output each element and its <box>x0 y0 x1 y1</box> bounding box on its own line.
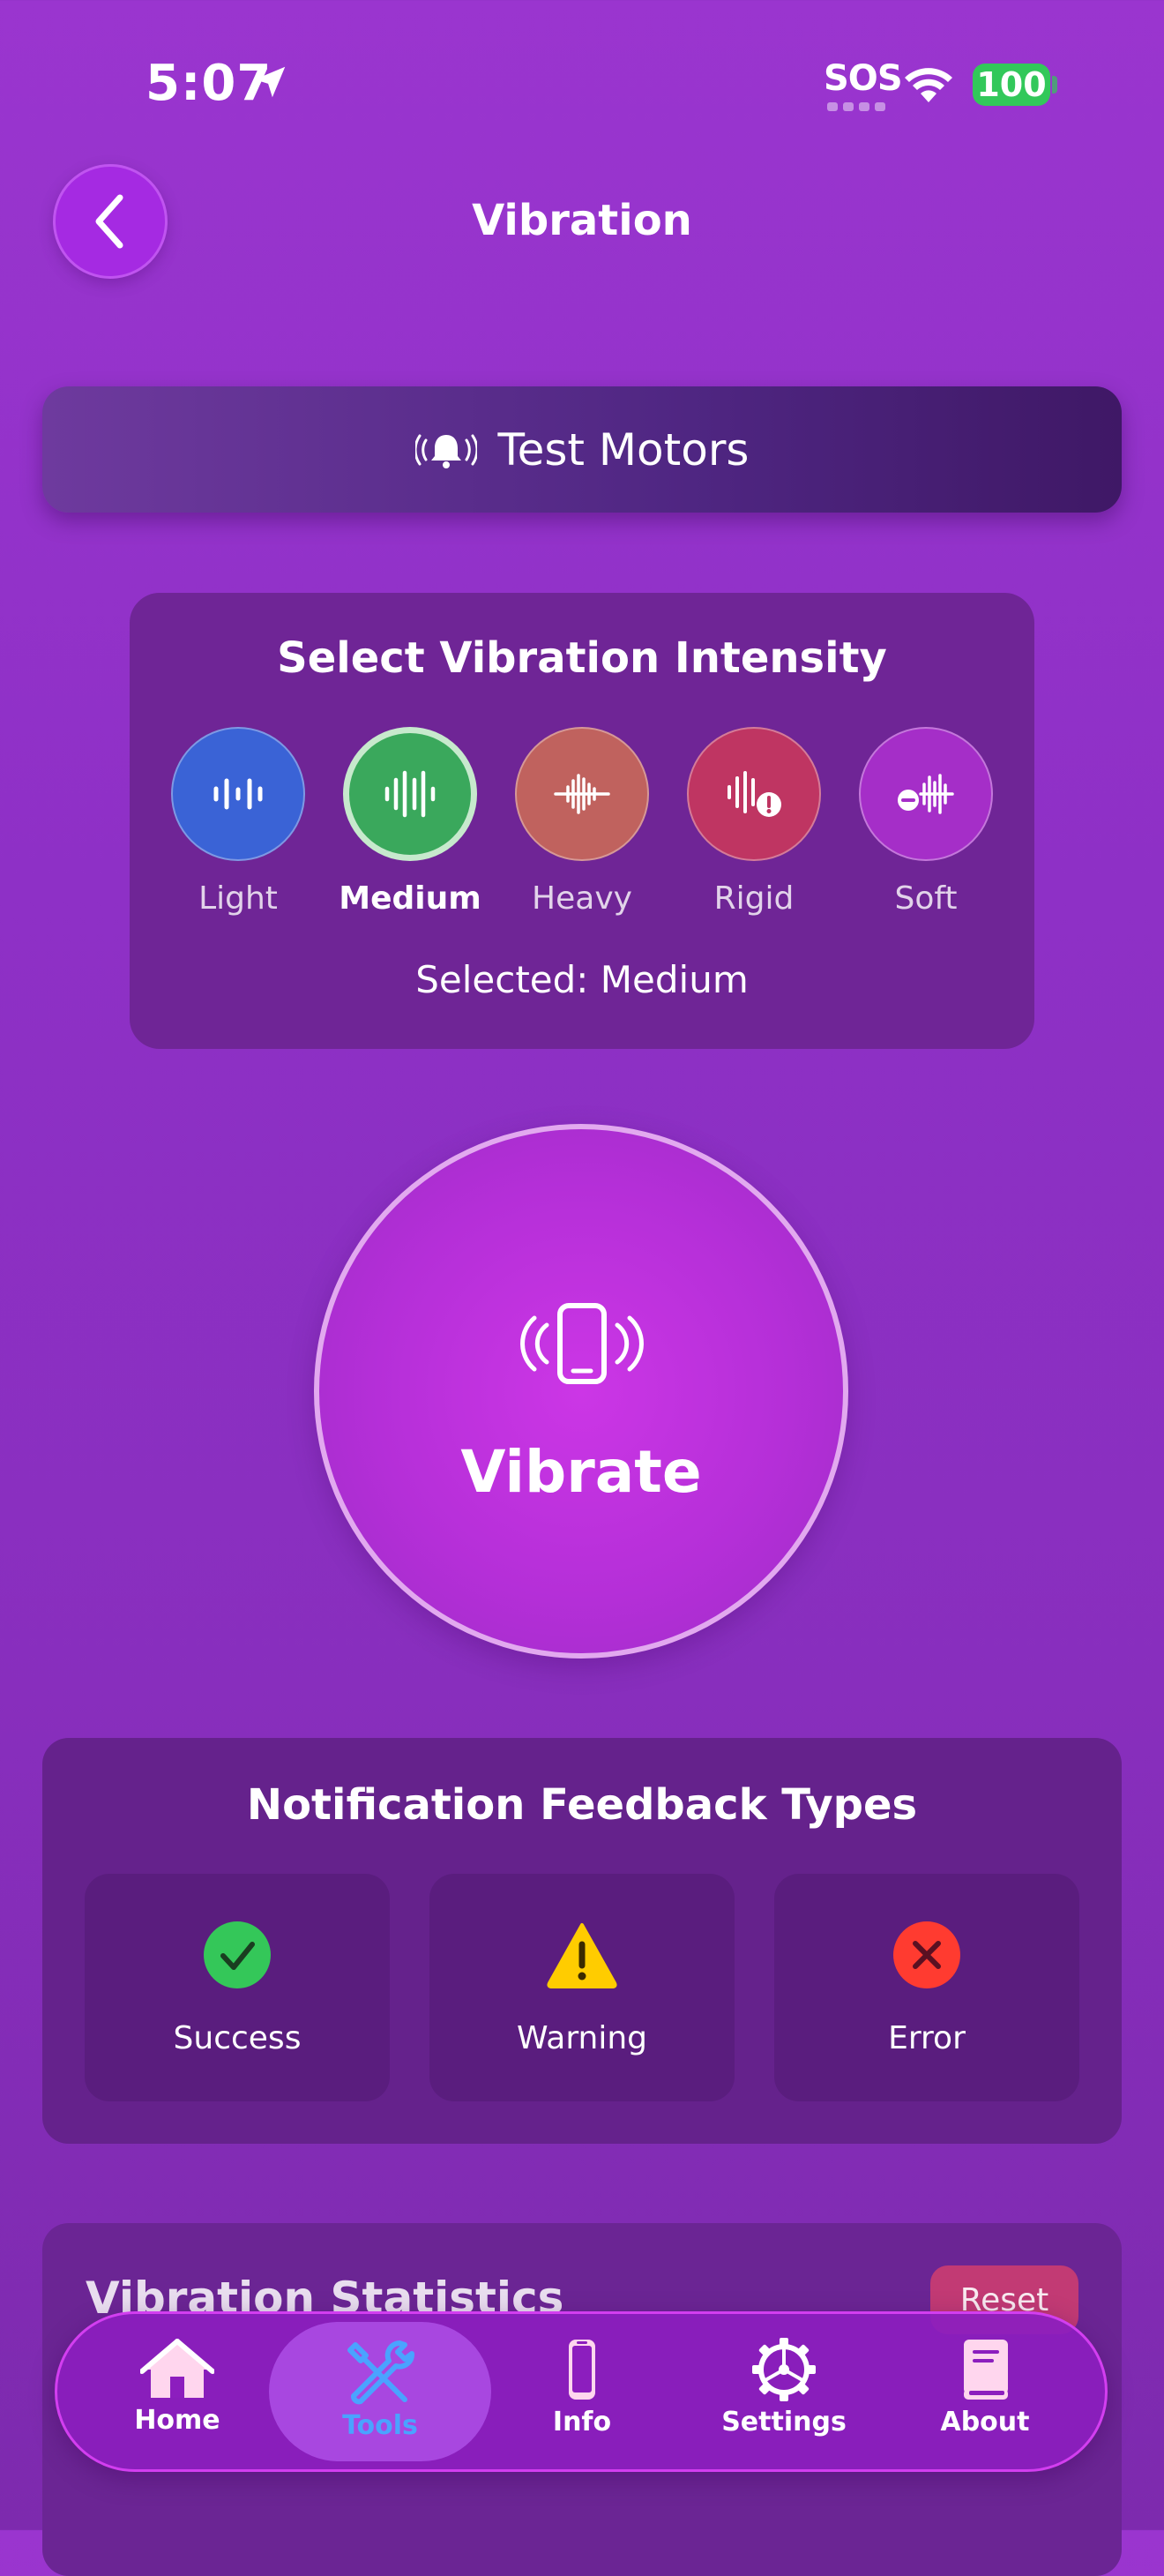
wifi-icon <box>905 68 952 102</box>
intensity-soft-button[interactable] <box>859 727 993 861</box>
intensity-medium-label: Medium <box>339 880 481 917</box>
intensity-heavy-label: Heavy <box>532 880 632 917</box>
intensity-rigid-button[interactable] <box>687 727 821 861</box>
book-icon <box>964 2340 1008 2400</box>
success-label: Success <box>173 2020 302 2056</box>
selected-intensity-text: Selected: Medium <box>415 958 749 1001</box>
tab-settings[interactable]: Settings <box>696 2322 872 2461</box>
signal-dots-icon <box>827 102 885 111</box>
house-icon <box>140 2339 214 2398</box>
page-title: Vibration <box>472 196 692 245</box>
tab-about-label: About <box>940 2407 1030 2437</box>
bell-wave-icon <box>414 434 477 468</box>
checkmark-circle-icon <box>204 1921 271 1988</box>
phone-vibrate-icon <box>520 1303 644 1384</box>
tab-tools-label: Tools <box>342 2410 418 2441</box>
tab-about[interactable]: About <box>897 2322 1073 2461</box>
sos-indicator: SOS <box>824 58 903 99</box>
intensity-light-label: Light <box>198 880 278 917</box>
tab-home-label: Home <box>134 2405 220 2436</box>
warning-label: Warning <box>516 2020 647 2056</box>
intensity-light-button[interactable] <box>171 727 305 861</box>
warning-triangle-icon <box>547 1923 617 1988</box>
waveform-heavy-icon <box>554 774 610 814</box>
test-motors-label: Test Motors <box>497 423 750 476</box>
intensity-title: Select Vibration Intensity <box>277 633 887 683</box>
phone-icon <box>569 2340 595 2400</box>
intensity-heavy-button[interactable] <box>515 727 649 861</box>
notification-title: Notification Feedback Types <box>246 1780 918 1830</box>
gear-icon <box>752 2338 816 2401</box>
battery-nub <box>1052 76 1057 94</box>
tab-tools[interactable]: Tools <box>292 2322 468 2461</box>
tab-home[interactable]: Home <box>89 2322 265 2461</box>
waveform-medium-icon <box>384 770 436 818</box>
x-circle-icon <box>893 1921 960 1988</box>
vibrate-button[interactable] <box>314 1124 848 1659</box>
tools-icon <box>347 2340 414 2405</box>
tab-settings-label: Settings <box>721 2407 847 2437</box>
tab-info[interactable]: Info <box>494 2322 670 2461</box>
test-motors-button[interactable]: Test Motors <box>42 386 1122 513</box>
tab-info-label: Info <box>552 2407 612 2437</box>
battery-indicator: 100 <box>973 64 1050 106</box>
intensity-medium-button[interactable] <box>343 727 477 861</box>
vibrate-label: Vibrate <box>460 1438 702 1506</box>
waveform-minus-icon <box>898 774 954 814</box>
waveform-light-icon <box>213 778 263 810</box>
waveform-alert-icon <box>728 771 781 817</box>
intensity-rigid-label: Rigid <box>713 880 795 917</box>
intensity-soft-label: Soft <box>894 880 958 917</box>
location-arrow-icon <box>254 66 286 98</box>
error-label: Error <box>888 2020 966 2056</box>
